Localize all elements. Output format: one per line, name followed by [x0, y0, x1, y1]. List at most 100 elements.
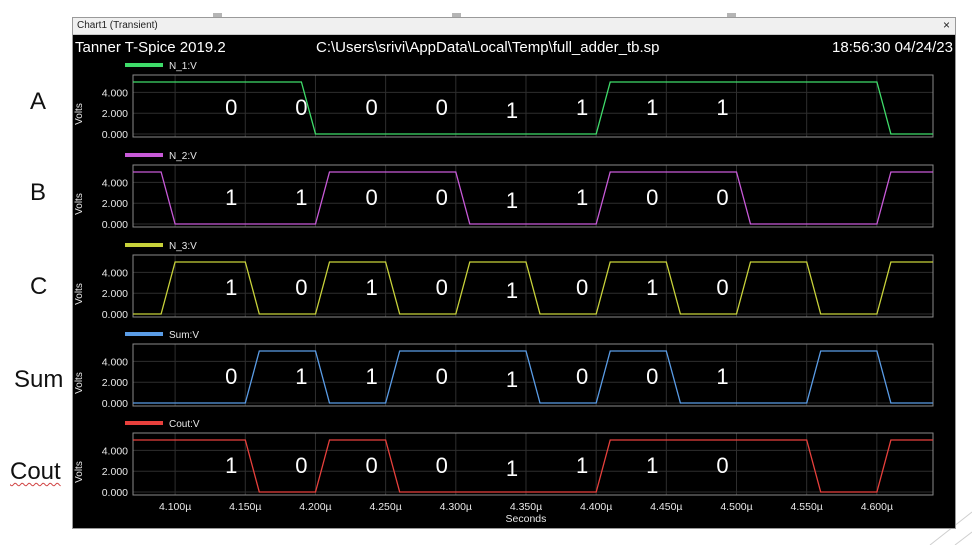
legend-swatch — [125, 243, 163, 247]
x-tick-label: 4.350µ — [510, 501, 542, 513]
logic-value-label: 1 — [576, 453, 588, 478]
side-label-b: B — [30, 179, 47, 206]
x-tick-label: 4.100µ — [159, 501, 191, 513]
y-tick-label: 0.000 — [102, 487, 128, 499]
y-tick-label: 2.000 — [102, 198, 128, 210]
y-axis-title: Volts — [74, 461, 85, 483]
logic-value-label: 1 — [646, 453, 658, 478]
side-label-cout: Cout — [10, 458, 61, 485]
y-axis-title: Volts — [74, 283, 85, 305]
x-tick-label: 4.500µ — [720, 501, 752, 513]
logic-value-label: 0 — [576, 275, 588, 300]
logic-value-label: 1 — [576, 95, 588, 120]
logic-value-label: 0 — [225, 95, 237, 120]
y-axis-title: Volts — [74, 372, 85, 394]
chart-window: Chart1 (Transient) × Tanner T-Spice 2019… — [72, 17, 956, 529]
legend-label: N_3:V — [169, 241, 197, 252]
series-line-n1 — [133, 81, 933, 135]
logic-value-label: 1 — [506, 98, 518, 123]
logic-value-label: 1 — [365, 275, 377, 300]
logic-value-label: 0 — [365, 185, 377, 210]
logic-value-label: 1 — [506, 278, 518, 303]
logic-value-label: 0 — [576, 364, 588, 389]
y-axis-title: Volts — [74, 193, 85, 215]
legend-swatch — [125, 63, 163, 67]
y-tick-label: 4.000 — [102, 356, 128, 368]
y-tick-label: 4.000 — [102, 267, 128, 279]
legend-label: N_2:V — [169, 151, 197, 162]
x-tick-label: 4.550µ — [791, 501, 823, 513]
panel-frame — [132, 74, 934, 138]
logic-value-label: 1 — [716, 95, 728, 120]
y-tick-label: 2.000 — [102, 466, 128, 478]
series-line-cout — [133, 439, 933, 493]
panel-n1: N_1:V 0.000 2.000 4.000 Volts 0 0 0 0 1 1 1 1 — [74, 61, 934, 141]
legend-label: Sum:V — [169, 330, 199, 341]
panel-n3: N_3:V 0.000 2.000 4.000 Volts 1 0 1 0 1 0 1 0 — [74, 241, 934, 321]
logic-value-label: 1 — [225, 453, 237, 478]
panel-sum: Sum:V 0.000 2.000 4.000 Volts 0 1 1 0 1 0 0 1 — [74, 330, 934, 410]
x-tick-label: 4.400µ — [580, 501, 612, 513]
logic-value-label: 0 — [716, 275, 728, 300]
logic-value-label: 1 — [506, 188, 518, 213]
logic-value-label: 1 — [225, 185, 237, 210]
y-tick-label: 0.000 — [102, 309, 128, 321]
y-tick-label: 2.000 — [102, 108, 128, 120]
x-tick-label: 4.200µ — [299, 501, 331, 513]
logic-value-label: 0 — [436, 275, 448, 300]
x-tick-label: 4.150µ — [229, 501, 261, 513]
legend-swatch — [125, 153, 163, 157]
logic-value-label: 0 — [295, 95, 307, 120]
series-line-n2 — [133, 171, 933, 225]
logic-value-label: 0 — [436, 95, 448, 120]
waveform-chart: Tanner T-Spice 2019.2 C:\Users\srivi\App… — [74, 39, 953, 525]
logic-value-label: 1 — [295, 185, 307, 210]
panel-frame — [132, 164, 934, 228]
logic-value-label: 0 — [646, 364, 658, 389]
logic-value-label: 1 — [646, 275, 658, 300]
series-line-sum — [133, 350, 933, 404]
logic-value-label: 0 — [295, 453, 307, 478]
y-tick-label: 4.000 — [102, 445, 128, 457]
header-app-name: Tanner T-Spice 2019.2 — [75, 39, 226, 56]
y-tick-label: 4.000 — [102, 177, 128, 189]
side-label-a: A — [30, 88, 47, 115]
y-tick-label: 0.000 — [102, 129, 128, 141]
y-axis-title: Volts — [74, 103, 85, 125]
y-tick-label: 2.000 — [102, 377, 128, 389]
y-tick-label: 2.000 — [102, 288, 128, 300]
logic-value-label: 0 — [436, 364, 448, 389]
series-line-n3 — [133, 261, 933, 315]
logic-value-label: 0 — [295, 275, 307, 300]
logic-value-label: 1 — [716, 364, 728, 389]
logic-value-label: 0 — [365, 95, 377, 120]
logic-value-label: 0 — [365, 453, 377, 478]
panel-n2: N_2:V 0.000 2.000 4.000 Volts 1 1 0 0 1 1 0 0 — [74, 151, 934, 231]
logic-value-label: 0 — [436, 453, 448, 478]
y-tick-label: 0.000 — [102, 219, 128, 231]
logic-value-label: 0 — [716, 185, 728, 210]
logic-value-label: 1 — [225, 275, 237, 300]
header-timestamp: 18:56:30 04/24/23 — [832, 39, 953, 56]
legend-swatch — [125, 421, 163, 425]
logic-value-label: 0 — [225, 364, 237, 389]
slide-corner-line — [954, 531, 972, 545]
side-label-c: C — [30, 273, 48, 300]
header-file-path: C:\Users\srivi\AppData\Local\Temp\full_a… — [316, 39, 660, 56]
panels: N_1:V 0.000 2.000 4.000 Volts 0 0 0 0 1 1 1 1 N_2:V 0.… — [74, 61, 934, 499]
logic-value-label: 1 — [576, 185, 588, 210]
legend-label: N_1:V — [169, 61, 197, 72]
side-label-sum: Sum — [14, 366, 64, 393]
x-tick-label: 4.450µ — [650, 501, 682, 513]
panel-cout: Cout:V 0.000 2.000 4.000 Volts 1 0 0 0 1 1 1 0 — [74, 419, 934, 499]
logic-value-label: 0 — [646, 185, 658, 210]
x-tick-label: 4.250µ — [369, 501, 401, 513]
logic-value-label: 0 — [716, 453, 728, 478]
logic-value-label: 1 — [295, 364, 307, 389]
x-axis: 4.100µ 4.150µ 4.200µ 4.250µ 4.300µ 4.350µ 4.40… — [159, 501, 893, 525]
logic-value-label: 1 — [506, 456, 518, 481]
logic-value-label: 0 — [436, 185, 448, 210]
logic-value-label: 1 — [646, 95, 658, 120]
x-axis-title: Seconds — [506, 513, 547, 525]
logic-value-label: 1 — [365, 364, 377, 389]
